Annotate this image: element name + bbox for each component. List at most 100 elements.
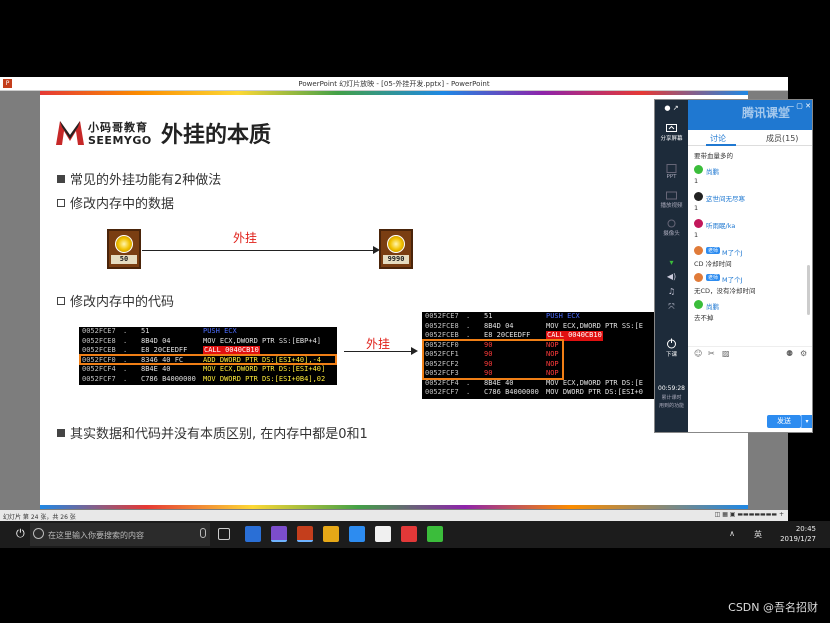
visual-studio-icon[interactable]: [271, 526, 287, 542]
tc-play-video-button[interactable]: 播放视频: [655, 191, 688, 209]
asm-separator: .: [466, 312, 471, 320]
gear-icon[interactable]: ⚙: [800, 349, 807, 358]
arrow-head-icon: [411, 347, 418, 355]
asm-instruction: MOV DWORD PTR DS:[ESI+0: [546, 388, 643, 396]
asm-address: 0052FCF7: [425, 388, 459, 396]
asm-address: 0052FCF4: [82, 365, 116, 373]
tc-timer-label: 累计课时: [661, 395, 682, 401]
asm-instruction: PUSH ECX: [546, 312, 580, 320]
coin-card-after: 9990: [379, 229, 413, 269]
tc-chat-list: 要带血量多的 尚鹏 1 这世间无尽寒 1 听雨眠/ka 1 老师 M了个J CD 冷却时间 老师 M了…: [688, 146, 812, 342]
taskbar-search[interactable]: 在这里输入你要搜索的内容: [30, 523, 210, 546]
clock-time: 20:45: [795, 525, 816, 533]
tencent-classroom-panel: ● ↗ 分享屏幕 PPT 播放视频 摄像头 ▾ ◀) ♫ ⤧ 下课 00:59:…: [654, 99, 813, 433]
chat-username: 听雨眠/ka: [706, 222, 736, 230]
music-icon[interactable]: ♫: [655, 287, 688, 296]
video-icon: [666, 191, 677, 200]
tc-tabs: 讨论 成员(15): [688, 130, 812, 146]
tc-brand-logo: 腾讯课堂: [742, 106, 791, 120]
powerpoint-taskbar-icon[interactable]: [297, 526, 313, 542]
scissors-icon[interactable]: ✂: [708, 349, 715, 358]
search-placeholder: 在这里输入你要搜索的内容: [48, 531, 144, 540]
gold-coin-icon: [387, 235, 405, 253]
red-app-icon[interactable]: [401, 526, 417, 542]
bullet-text: 修改内存中的代码: [70, 295, 175, 310]
tc-window-buttons[interactable]: — ▢ ✕: [787, 102, 811, 110]
asm-instruction: MOV ECX,DWORD PTR SS:[E: [546, 321, 643, 330]
asm-instruction: MOV ECX,DWORD PTR SS:[EBP+4]: [203, 336, 322, 345]
tc-more-label: 用到的功能: [658, 403, 684, 409]
tc-camera-button[interactable]: 摄像头: [655, 219, 688, 237]
fullscreen-icon[interactable]: ⤧: [655, 302, 688, 312]
asm-row: 0052FCE8. 8B4D 04 MOV ECX,DWORD PTR SS:[EB…: [79, 337, 337, 347]
tencent-classroom-taskbar-icon[interactable]: [349, 526, 365, 542]
asm-address: 0052FCE8: [425, 321, 459, 330]
slide-counter: 幻灯片 第 24 张，共 26 张: [3, 514, 76, 521]
asm-address: 0052FCE8: [82, 336, 116, 345]
square-bullet-icon: [57, 429, 65, 437]
square-bullet-icon: [57, 175, 65, 183]
tc-input-toolbar: ☺ ✂ ▨ ⚉ ⚙: [688, 346, 812, 360]
members-icon[interactable]: ⚉: [786, 349, 793, 358]
chat-message-text: 要带血量多的: [694, 152, 733, 160]
tc-chat-scrollbar[interactable]: [807, 265, 810, 315]
tc-side-label: 播放视频: [660, 203, 683, 209]
asm-address: 0052FCF7: [82, 374, 116, 383]
bullet-text: 其实数据和代码并没有本质区别, 在内存中都是0和1: [70, 427, 368, 442]
avatar-icon: [694, 165, 703, 174]
avatar-icon: [694, 300, 703, 309]
patched-code-highlight: [422, 339, 564, 380]
hollow-square-bullet-icon: [57, 297, 65, 305]
brand-logo: 小码哥教育 SEEMYGO: [54, 117, 154, 149]
chat-username: 这世间无尽寒: [706, 195, 745, 203]
tab-discuss[interactable]: 讨论: [710, 133, 726, 144]
grid-app-icon[interactable]: [375, 526, 391, 542]
taskbar-app-icon[interactable]: [245, 526, 261, 542]
speaker-icon[interactable]: ◀): [655, 272, 688, 281]
image-icon[interactable]: ▨: [722, 349, 730, 358]
teacher-badge: 老师: [706, 274, 721, 281]
send-button[interactable]: 发送: [767, 415, 801, 428]
seemygo-logo-icon: [56, 121, 84, 145]
task-view-icon[interactable]: [218, 528, 230, 540]
chat-message-text: 1: [694, 204, 699, 212]
tc-share-screen-button[interactable]: 分享屏幕: [655, 124, 688, 142]
tc-side-label: PPT: [666, 174, 677, 180]
asm-address: 0052FCE7: [82, 327, 116, 335]
cortana-icon: [33, 528, 44, 539]
tc-ppt-button[interactable]: PPT: [655, 164, 688, 180]
slide: 小码哥教育 SEEMYGO 外挂的本质 常见的外挂功能有2种做法 修改内存中的数…: [40, 91, 748, 509]
windows-start-icon[interactable]: ⏻: [16, 528, 28, 540]
screen: P PowerPoint 幻灯片放映 - [05-外挂开发.pptx] - Po…: [0, 0, 830, 623]
wechat-icon[interactable]: [427, 526, 443, 542]
coin-value-after: 9990: [383, 255, 409, 264]
tc-message-input[interactable]: [688, 360, 812, 414]
microphone-icon[interactable]: [200, 528, 206, 538]
tc-header: 腾讯课堂 — ▢ ✕: [688, 100, 812, 130]
chat-username: M了个J: [722, 276, 743, 284]
tc-window-controls[interactable]: ● ↗: [655, 104, 688, 112]
slide-top-stripe: [40, 91, 748, 95]
view-controls[interactable]: ◫ ▦ ▣ ▬▬▬▬▬▬▬ +: [715, 511, 784, 518]
emoji-icon[interactable]: ☺: [694, 349, 702, 358]
avatar-icon: [694, 192, 703, 201]
chat-message-text: 去不掉: [694, 314, 714, 322]
asm-bytes: 8B4D 04: [484, 321, 514, 330]
tc-end-class-button[interactable]: 下课: [655, 338, 688, 358]
asm-instruction: PUSH ECX: [203, 327, 237, 335]
bullet-text: 常见的外挂功能有2种做法: [70, 173, 222, 188]
send-options-chevron-icon[interactable]: ▾: [801, 415, 812, 428]
arrow-line: [142, 250, 374, 251]
input-language[interactable]: 英: [754, 529, 762, 540]
power-icon: [667, 338, 676, 349]
asm-bytes: 51: [484, 312, 493, 320]
tab-members[interactable]: 成员(15): [766, 133, 798, 144]
tray-expand-icon[interactable]: ∧: [729, 529, 735, 538]
taskbar-clock[interactable]: 20:45 2019/1/27: [780, 524, 816, 544]
asm-separator: .: [123, 374, 128, 383]
logo-text-english: SEEMYGO: [88, 134, 152, 147]
sublime-icon[interactable]: [323, 526, 339, 542]
ppt-icon: [666, 164, 677, 173]
chat-message-text: CD 冷却时间: [694, 260, 732, 268]
bullet-two-methods: 常见的外挂功能有2种做法: [57, 169, 221, 188]
